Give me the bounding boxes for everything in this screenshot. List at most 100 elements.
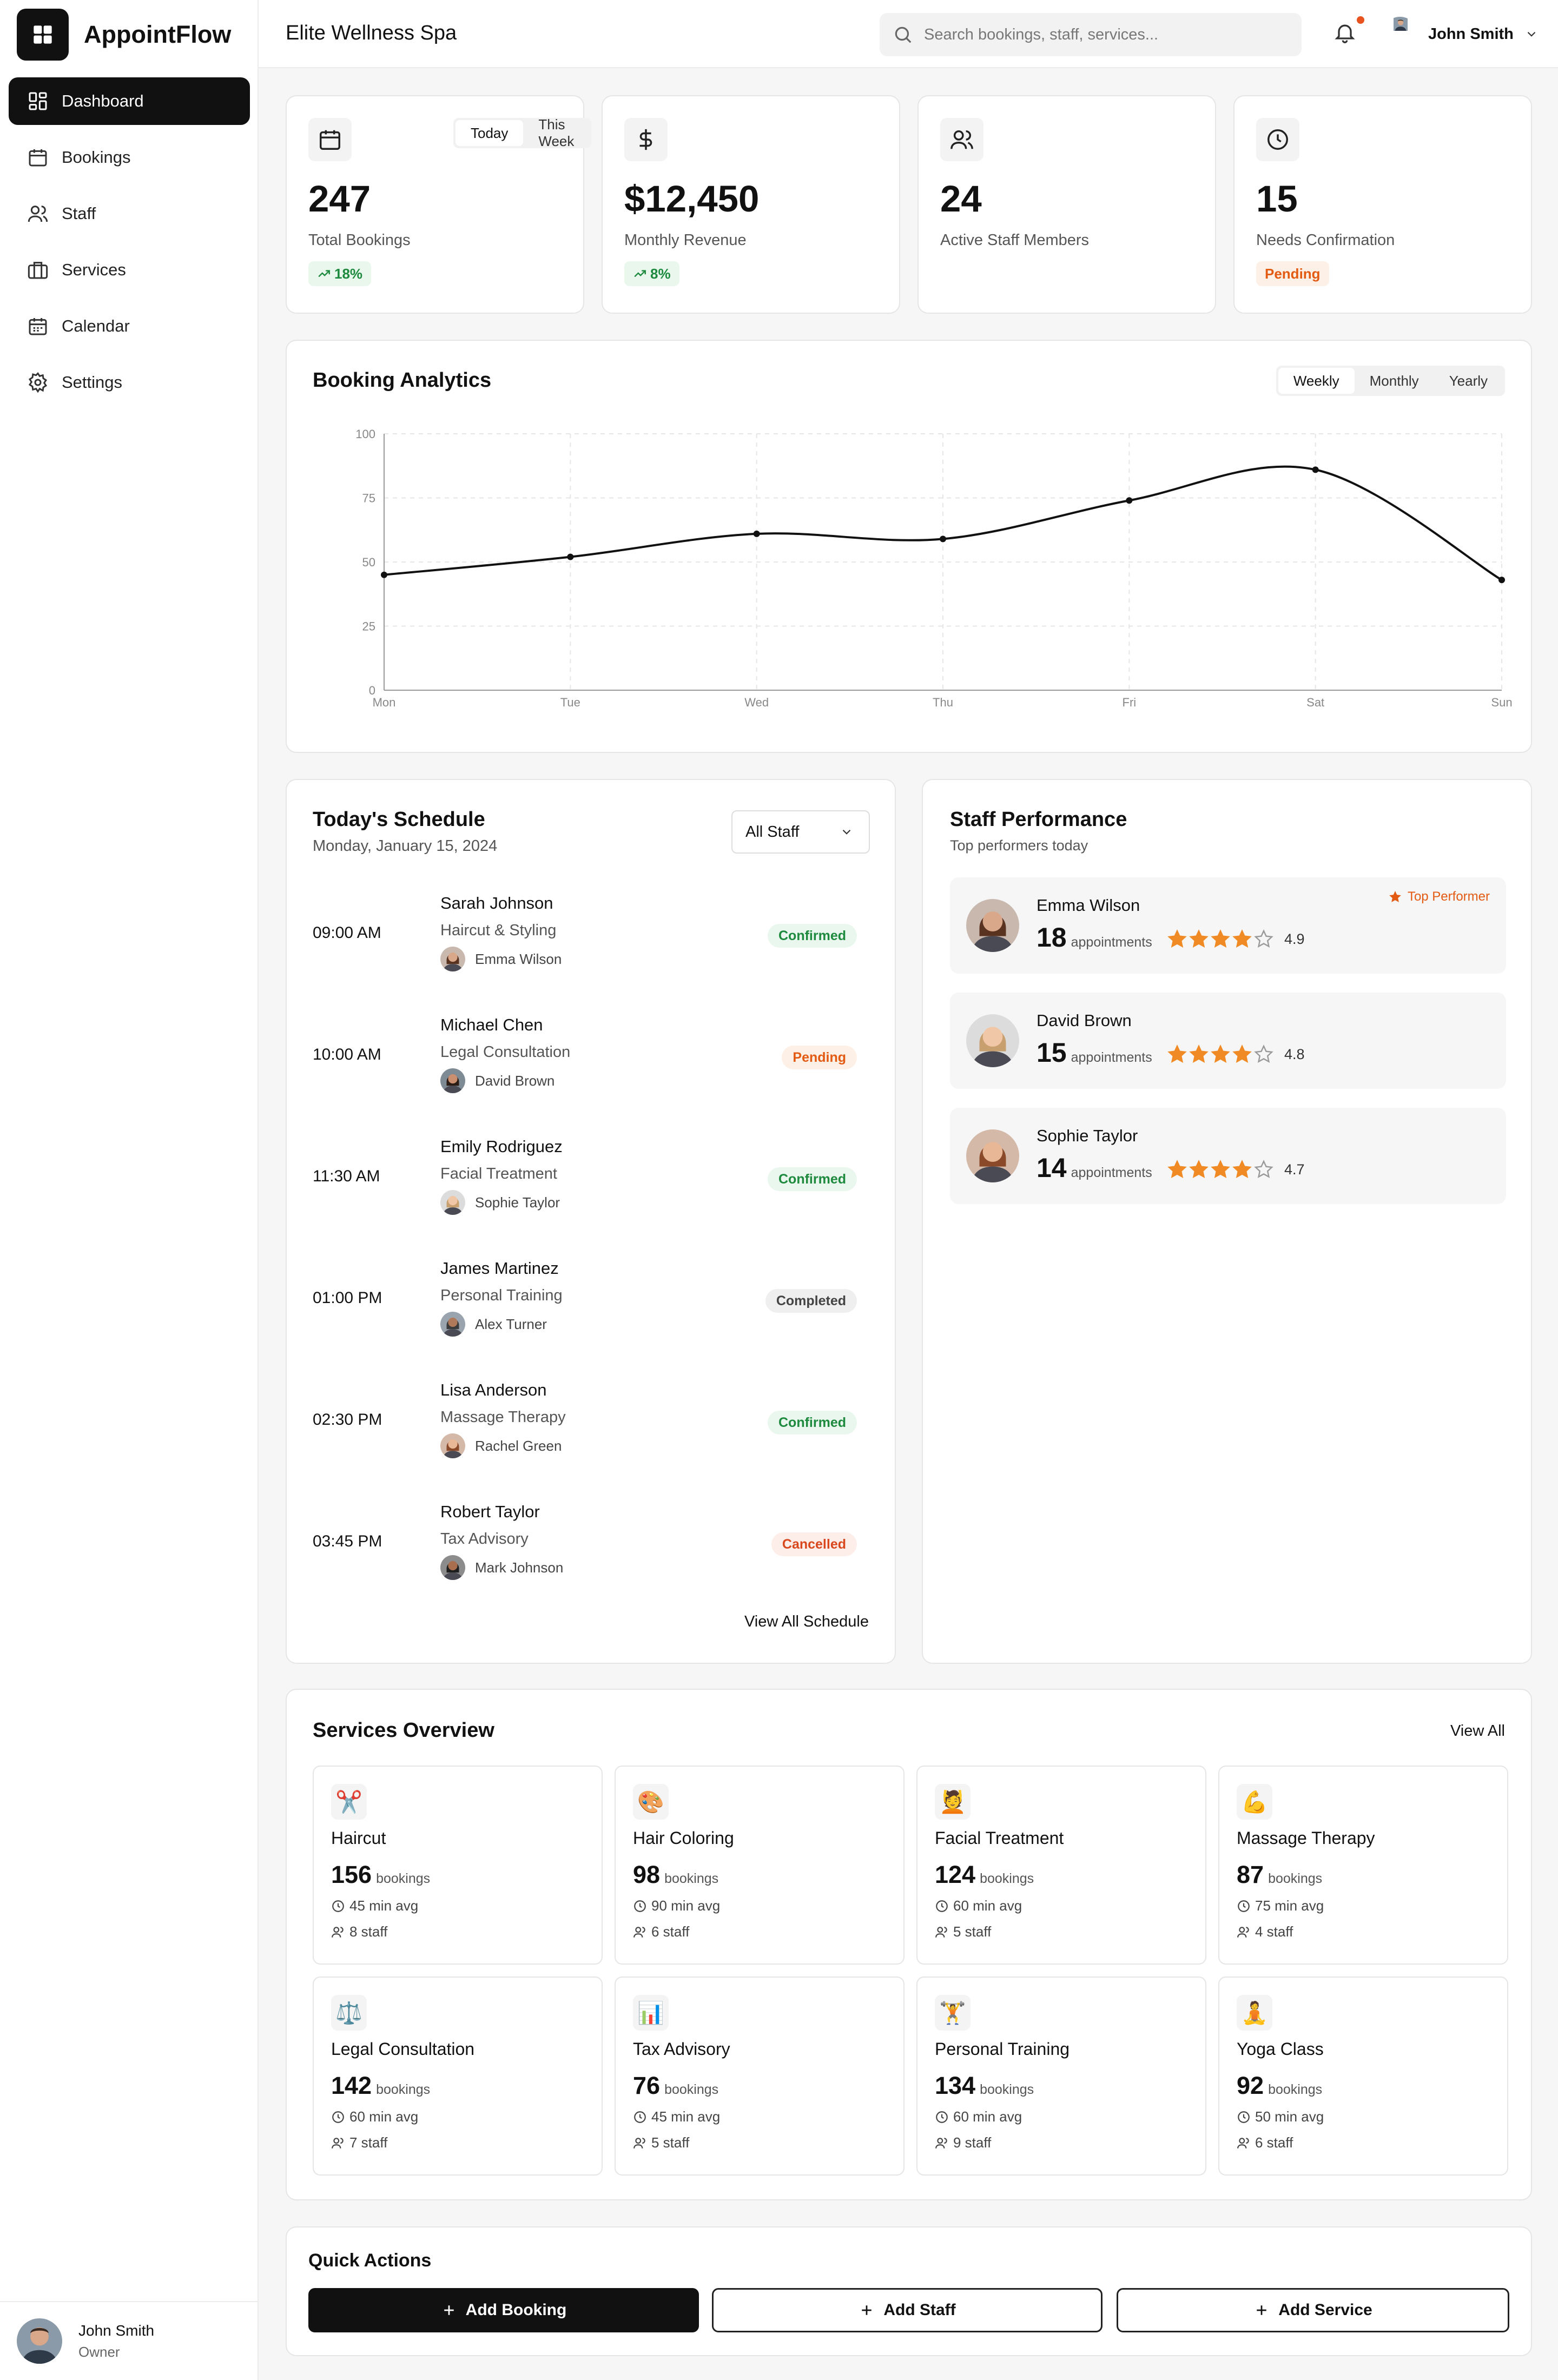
user-menu[interactable]: John Smith bbox=[1383, 17, 1539, 51]
bookings-unit: bookings bbox=[980, 2082, 1034, 2097]
range-tab-today[interactable]: Today bbox=[455, 120, 524, 146]
performer-row[interactable]: David Brown 15 appointments 4.8 bbox=[950, 993, 1506, 1089]
staff-performance-card: Staff Performance Top performers today E… bbox=[922, 779, 1532, 1664]
service-card[interactable]: 📊 Tax Advisory 76 bookings 45 min avg 5 s… bbox=[615, 1976, 905, 2176]
star-icon bbox=[1189, 929, 1209, 948]
bookings-value: 76 bbox=[633, 2072, 661, 2099]
performer-row[interactable]: Emma Wilson 18 appointments 4.9 Top Perfo… bbox=[950, 877, 1506, 974]
data-point[interactable] bbox=[1312, 466, 1319, 473]
services-overview-card: Services Overview View All ✂️ Haircut 15… bbox=[286, 1689, 1532, 2200]
data-point[interactable] bbox=[940, 536, 946, 543]
clock-icon bbox=[634, 2111, 646, 2123]
assigned-staff: Mark Johnson bbox=[440, 1555, 563, 1580]
x-tick-label: Sat bbox=[1306, 696, 1324, 709]
service-card[interactable]: 💪 Massage Therapy 87 bookings 75 min avg … bbox=[1218, 1766, 1508, 1965]
services-view-all-link[interactable]: View All bbox=[1450, 1722, 1505, 1740]
add-booking-button[interactable]: Add Booking bbox=[308, 2288, 699, 2332]
performer-row[interactable]: Sophie Taylor 14 appointments 4.7 bbox=[950, 1108, 1506, 1204]
service-card[interactable]: ✂️ Haircut 156 bookings 45 min avg 8 staf… bbox=[313, 1766, 603, 1965]
service-icon: 🎨 bbox=[633, 1784, 669, 1820]
stat-label: Active Staff Members bbox=[940, 232, 1090, 249]
staff-filter-select[interactable]: All Staff bbox=[731, 810, 870, 854]
staff-count: 5 staff bbox=[651, 2134, 690, 2151]
plus-icon bbox=[862, 2305, 872, 2315]
service-name: Facial Treatment bbox=[935, 1828, 1064, 1848]
data-point[interactable] bbox=[1498, 577, 1505, 584]
data-point[interactable] bbox=[381, 571, 387, 578]
staff-count: 6 staff bbox=[1255, 2134, 1293, 2151]
star-icon bbox=[1232, 1044, 1252, 1063]
bookings-unit: bookings bbox=[376, 2082, 431, 2097]
users-icon bbox=[633, 2137, 645, 2148]
data-point[interactable] bbox=[753, 530, 760, 537]
staff-name: Mark Johnson bbox=[475, 1559, 564, 1576]
schedule-row[interactable]: 11:30 AM Emily Rodriguez Facial Treatmen… bbox=[313, 1126, 870, 1234]
service-staff-count: 4 staff bbox=[1237, 1923, 1293, 1940]
calendar-icon bbox=[29, 149, 47, 167]
service-card[interactable]: 🧘 Yoga Class 92 bookings 50 min avg 6 sta… bbox=[1218, 1976, 1508, 2176]
schedule-row[interactable]: 02:30 PM Lisa Anderson Massage Therapy R… bbox=[313, 1370, 870, 1478]
booking-line-chart: 0255075100Mon Tue Wed Thu Fri Sat Sun bbox=[355, 427, 1512, 709]
sidebar-item-calendar[interactable]: Calendar bbox=[9, 302, 250, 350]
appointment-count: 14 appointments bbox=[1037, 1152, 1152, 1184]
client-name: Robert Taylor bbox=[440, 1502, 540, 1521]
service-name: Personal Training bbox=[935, 2039, 1070, 2059]
service-name: Tax Advisory bbox=[633, 2039, 730, 2059]
service-name: Personal Training bbox=[440, 1287, 563, 1304]
header-user-name: John Smith bbox=[1428, 25, 1514, 43]
staff-name: Emma Wilson bbox=[475, 950, 562, 967]
avatar bbox=[966, 899, 1019, 952]
x-tick-label: Tue bbox=[560, 696, 580, 709]
sidebar-item-label: Settings bbox=[62, 373, 123, 392]
range-toggle: Today This Week bbox=[453, 116, 592, 149]
view-all-schedule-link[interactable]: View All Schedule bbox=[744, 1613, 869, 1631]
service-card[interactable]: 🏋️ Personal Training 134 bookings 60 min … bbox=[916, 1976, 1206, 2176]
sidebar-item-dashboard[interactable]: Dashboard bbox=[9, 77, 250, 125]
service-staff-count: 7 staff bbox=[331, 2134, 387, 2151]
stat-card-confirmation: 15 Needs Confirmation Pending bbox=[1233, 95, 1532, 314]
schedule-row[interactable]: 03:45 PM Robert Taylor Tax Advisory Mark… bbox=[313, 1491, 870, 1599]
add-staff-button[interactable]: Add Staff bbox=[712, 2288, 1103, 2332]
range-tab-this-week[interactable]: This Week bbox=[523, 116, 589, 149]
service-staff-count: 8 staff bbox=[331, 1923, 387, 1940]
service-name: Tax Advisory bbox=[440, 1530, 529, 1548]
client-name: Emily Rodriguez bbox=[440, 1137, 563, 1156]
sidebar-item-settings[interactable]: Settings bbox=[9, 359, 250, 406]
sidebar-item-staff[interactable]: Staff bbox=[9, 190, 250, 237]
brand[interactable]: AppointFlow bbox=[17, 9, 231, 61]
search-input[interactable]: Search bookings, staff, services... bbox=[880, 13, 1302, 56]
service-bookings: 142 bookings bbox=[331, 2072, 430, 2100]
schedule-row[interactable]: 09:00 AM Sarah Johnson Haircut & Styling… bbox=[313, 883, 870, 991]
service-name: Massage Therapy bbox=[440, 1409, 566, 1426]
service-staff-count: 5 staff bbox=[935, 1923, 991, 1940]
stat-card-revenue: $12,450 Monthly Revenue 8% bbox=[602, 95, 900, 314]
sidebar-item-services[interactable]: Services bbox=[9, 246, 250, 294]
service-icon: ✂️ bbox=[331, 1784, 367, 1820]
service-card[interactable]: 💆 Facial Treatment 124 bookings 60 min av… bbox=[916, 1766, 1206, 1965]
bell-icon[interactable] bbox=[1333, 21, 1357, 44]
data-point[interactable] bbox=[567, 553, 574, 560]
service-card[interactable]: ⚖️ Legal Consultation 142 bookings 60 min… bbox=[313, 1976, 603, 2176]
service-name: Legal Consultation bbox=[331, 2039, 475, 2059]
bookings-value: 134 bbox=[935, 2072, 976, 2099]
users-icon bbox=[332, 1926, 344, 1938]
appointment-count: 15 appointments bbox=[1037, 1037, 1152, 1068]
stat-label: Needs Confirmation bbox=[1256, 232, 1395, 249]
service-duration: 90 min avg bbox=[633, 1898, 720, 1914]
dashboard-icon bbox=[29, 92, 47, 110]
data-point[interactable] bbox=[1126, 497, 1133, 504]
assigned-staff: Rachel Green bbox=[440, 1433, 562, 1458]
star-icon bbox=[1254, 1044, 1273, 1063]
staff-name: Sophie Taylor bbox=[475, 1194, 560, 1211]
sidebar-user[interactable]: John Smith Owner bbox=[0, 2301, 258, 2380]
star-icon bbox=[1254, 1160, 1273, 1178]
avg-duration: 60 min avg bbox=[953, 1898, 1022, 1914]
schedule-row[interactable]: 01:00 PM James Martinez Personal Trainin… bbox=[313, 1248, 870, 1356]
clock-icon bbox=[1238, 1900, 1250, 1912]
schedule-row[interactable]: 10:00 AM Michael Chen Legal Consultation… bbox=[313, 1004, 870, 1113]
button-label: Add Booking bbox=[465, 2301, 567, 2319]
sidebar-item-bookings[interactable]: Bookings bbox=[9, 134, 250, 181]
add-service-button[interactable]: Add Service bbox=[1117, 2288, 1509, 2332]
service-card[interactable]: 🎨 Hair Coloring 98 bookings 90 min avg 6 … bbox=[615, 1766, 905, 1965]
star-icon bbox=[1189, 1044, 1209, 1063]
